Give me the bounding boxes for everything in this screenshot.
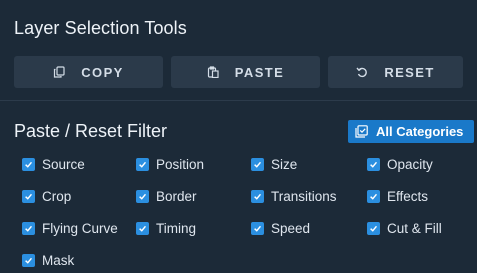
checkbox-checked[interactable] xyxy=(136,189,149,203)
select-all-icon xyxy=(355,125,368,138)
filter-item-source[interactable]: Source xyxy=(22,155,85,173)
checkmark-icon xyxy=(139,193,147,200)
filter-item-opacity[interactable]: Opacity xyxy=(367,155,433,173)
all-categories-button[interactable]: All Categories xyxy=(348,120,474,143)
checkmark-icon xyxy=(139,225,147,232)
checkmark-icon xyxy=(370,225,378,232)
filter-item-label: Flying Curve xyxy=(42,220,118,236)
filter-item-flying-curve[interactable]: Flying Curve xyxy=(22,219,118,237)
filter-item-label: Effects xyxy=(387,188,429,204)
checkbox-checked[interactable] xyxy=(22,253,35,267)
checkbox-checked[interactable] xyxy=(367,157,380,171)
checkbox-checked[interactable] xyxy=(251,189,264,203)
filter-item-label: Opacity xyxy=(387,156,433,172)
filter-item-label: Timing xyxy=(156,220,197,236)
copy-button[interactable]: COPY xyxy=(14,56,163,88)
layer-selection-panel: Layer Selection Tools COPY PASTE RESET P… xyxy=(0,0,477,273)
section-title: Layer Selection Tools xyxy=(14,18,187,38)
checkmark-icon xyxy=(25,225,33,232)
filter-item-crop[interactable]: Crop xyxy=(22,187,71,205)
filter-item-speed[interactable]: Speed xyxy=(251,219,310,237)
checkmark-icon xyxy=(25,193,33,200)
copy-label: COPY xyxy=(81,64,124,80)
reset-label: RESET xyxy=(384,64,435,80)
filter-item-label: Speed xyxy=(271,220,311,236)
filter-item-label: Crop xyxy=(42,188,72,204)
checkbox-checked[interactable] xyxy=(367,189,380,203)
filter-item-label: Transitions xyxy=(271,188,337,204)
reset-button[interactable]: RESET xyxy=(328,56,463,88)
filter-item-cut-and-fill[interactable]: Cut & Fill xyxy=(367,219,442,237)
paste-button[interactable]: PASTE xyxy=(171,56,320,88)
filter-item-label: Cut & Fill xyxy=(387,220,442,236)
checkbox-checked[interactable] xyxy=(367,221,380,235)
checkbox-checked[interactable] xyxy=(136,157,149,171)
checkmark-icon xyxy=(25,161,33,168)
divider xyxy=(0,100,477,101)
checkbox-checked[interactable] xyxy=(22,157,35,171)
paste-label: PASTE xyxy=(234,64,285,80)
filter-item-label: Source xyxy=(42,156,85,172)
filter-item-timing[interactable]: Timing xyxy=(136,219,196,237)
checkbox-checked[interactable] xyxy=(22,189,35,203)
checkmark-icon xyxy=(254,161,262,168)
filter-item-label: Size xyxy=(271,156,298,172)
checkmark-icon xyxy=(254,193,262,200)
filter-item-size[interactable]: Size xyxy=(251,155,297,173)
filter-item-effects[interactable]: Effects xyxy=(367,187,428,205)
filter-item-label: Mask xyxy=(42,252,75,268)
reset-icon xyxy=(356,66,368,78)
checkmark-icon xyxy=(25,257,33,264)
filter-item-position[interactable]: Position xyxy=(136,155,204,173)
filter-item-border[interactable]: Border xyxy=(136,187,197,205)
checkbox-checked[interactable] xyxy=(22,221,35,235)
filter-item-mask[interactable]: Mask xyxy=(22,251,74,269)
filter-item-label: Position xyxy=(156,156,205,172)
checkbox-checked[interactable] xyxy=(251,221,264,235)
checkmark-icon xyxy=(254,225,262,232)
filter-item-transitions[interactable]: Transitions xyxy=(251,187,337,205)
copy-icon xyxy=(53,66,65,78)
checkmark-icon xyxy=(370,161,378,168)
checkbox-checked[interactable] xyxy=(136,221,149,235)
all-categories-label: All Categories xyxy=(376,124,464,139)
filter-item-label: Border xyxy=(156,188,197,204)
checkmark-icon xyxy=(370,193,378,200)
filter-title: Paste / Reset Filter xyxy=(14,121,168,141)
checkmark-icon xyxy=(139,161,147,168)
action-buttons: COPY PASTE RESET xyxy=(14,56,463,88)
paste-icon xyxy=(207,66,219,78)
checkbox-checked[interactable] xyxy=(251,157,264,171)
